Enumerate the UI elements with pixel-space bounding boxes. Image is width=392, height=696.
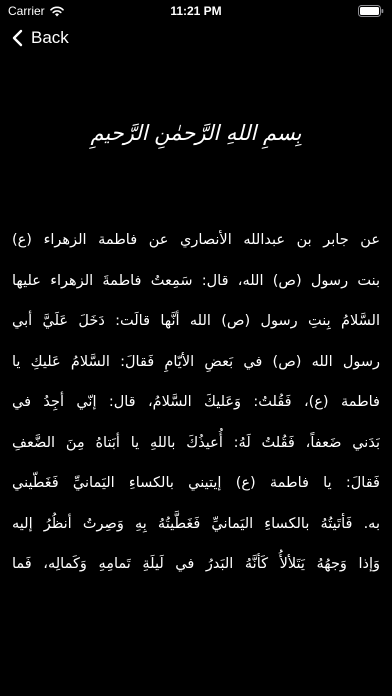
hadith-line: فَقالَ: يا فاطمة (ع) إيتيني بالكساءِ الي… xyxy=(12,475,380,491)
hadith-line: السَّلامُ بِنتِ رسول (ص) الله أنَّها قال… xyxy=(12,313,380,329)
back-button-label: Back xyxy=(31,28,69,47)
chevron-left-icon xyxy=(12,29,23,47)
status-bar: Carrier 11:21 PM xyxy=(0,0,392,22)
hadith-line: بَدَني ضَعفاً، فَقُلتُ لَهُ: أُعيذُكَ با… xyxy=(12,434,380,451)
hadith-line: بنت رسول (ص) الله، قال: سَمِعتُ فاطمةَ ا… xyxy=(12,272,380,289)
basmala-heading: بِسمِ اللهِ الرَّحمٰنِ الرَّحيمِ xyxy=(90,121,302,145)
navigation-bar: Back xyxy=(0,26,392,56)
battery-full-icon xyxy=(358,5,384,17)
hadith-text: عن جابر بن عبدالله الأنصاري عن فاطمة الز… xyxy=(12,224,380,589)
hadith-line: رسول الله (ص) في بَعضِ الأيّامِ فَقالَ: … xyxy=(12,353,380,370)
hadith-line: به. فَأتَيتُهُ بالكساءِ اليَمانيِّ فَغَط… xyxy=(12,515,380,532)
hadith-line: فاطمة (ع)، فَقُلتُ: وَعَليكَ السَّلامُ، … xyxy=(12,394,380,410)
status-time: 11:21 PM xyxy=(170,4,222,18)
back-button[interactable]: Back xyxy=(12,28,69,48)
hadith-line: عن جابر بن عبدالله الأنصاري عن فاطمة الز… xyxy=(12,232,380,248)
hadith-line: وَإذا وَجهُهُ يَتَلألأُ كَأنَّهُ البَدرُ… xyxy=(12,556,380,572)
